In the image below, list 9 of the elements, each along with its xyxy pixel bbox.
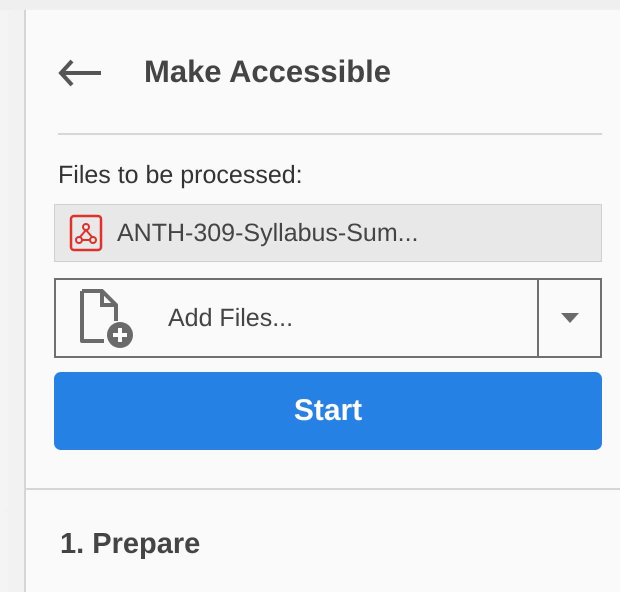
section-title: 1. Prepare: [60, 528, 202, 561]
back-arrow-icon[interactable]: [58, 58, 102, 86]
start-button[interactable]: Start: [54, 372, 602, 450]
pdf-file-icon: [69, 214, 103, 252]
files-label: Files to be processed:: [58, 161, 304, 190]
file-row[interactable]: ANTH-309-Syllabus-Sum...: [54, 204, 602, 262]
caret-icon: [560, 313, 578, 323]
panel-title: Make Accessible: [144, 54, 392, 90]
file-name: ANTH-309-Syllabus-Sum...: [117, 218, 418, 248]
